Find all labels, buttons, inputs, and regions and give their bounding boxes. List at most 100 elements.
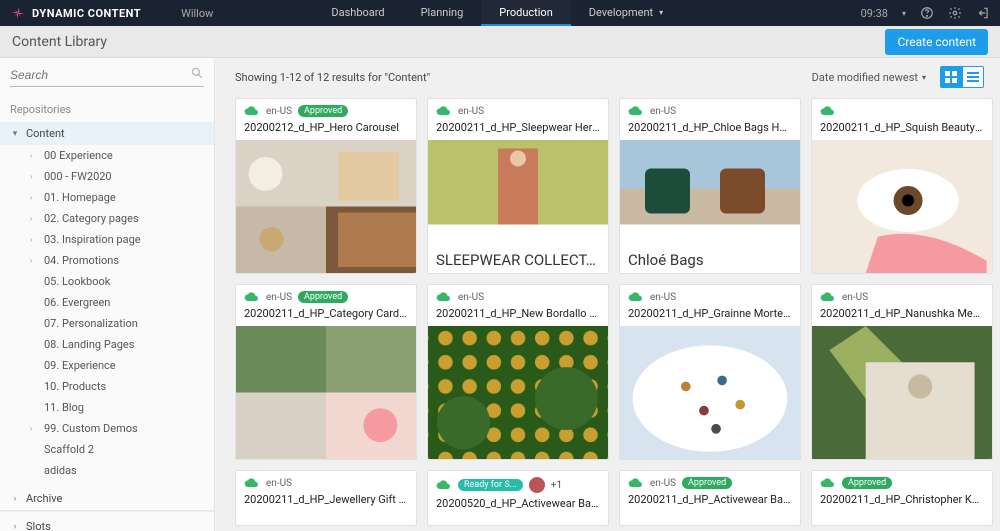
help-icon[interactable] bbox=[920, 6, 934, 20]
create-content-button[interactable]: Create content bbox=[885, 29, 988, 55]
folder-label: 04. Promotions bbox=[44, 254, 119, 267]
sidebar-bottom: ›Slots ›Products ›French Content bbox=[0, 510, 214, 531]
cards-scroll[interactable]: en-USApproved20200212_d_HP_Hero Carousel… bbox=[215, 96, 1000, 531]
results-count: Showing 1-12 of 12 results for "Content" bbox=[235, 71, 430, 84]
logout-icon[interactable] bbox=[976, 6, 990, 20]
folder-label: 08. Landing Pages bbox=[44, 338, 134, 351]
content-card[interactable]: en-US20200211_d_HP_Jewellery Gift Buye..… bbox=[235, 470, 417, 526]
card-title: 20200211_d_HP_New Bordallo Pinhe... bbox=[428, 305, 608, 326]
folder-label: 06. Evergreen bbox=[44, 296, 110, 309]
subheader: Content Library Create content bbox=[0, 26, 1000, 58]
content-card[interactable]: Approved20200211_d_HP_Christopher Kane .… bbox=[811, 470, 993, 526]
status-badge: Ready for S... bbox=[458, 479, 523, 491]
folder-item[interactable]: ›11. Blog bbox=[20, 397, 214, 418]
folder-label: adidas bbox=[44, 464, 77, 477]
content-card[interactable]: en-US20200211_d_HP_Nanushka Mens Ca... bbox=[811, 284, 993, 460]
cloud-icon bbox=[244, 291, 260, 303]
content-card[interactable]: en-USApproved20200212_d_HP_Hero Carousel bbox=[235, 98, 417, 274]
content-card[interactable]: en-USApproved20200211_d_HP_Activewear Ba… bbox=[619, 470, 801, 526]
locale-badge: en-US bbox=[842, 292, 868, 303]
content-card[interactable]: en-USApproved20200211_d_HP_Category Card… bbox=[235, 284, 417, 460]
grid-view-button[interactable] bbox=[940, 66, 962, 88]
cloud-icon bbox=[628, 105, 644, 117]
chevron-right-icon: › bbox=[30, 151, 38, 160]
repo-content[interactable]: ▾ Content bbox=[0, 122, 214, 145]
hub-name[interactable]: Willow bbox=[181, 7, 213, 20]
repo-slots[interactable]: ›Slots bbox=[0, 511, 214, 531]
folder-item[interactable]: ›Scaffold 2 bbox=[20, 439, 214, 460]
list-view-button[interactable] bbox=[962, 66, 984, 88]
gear-icon[interactable] bbox=[948, 6, 962, 20]
topbar: DYNAMIC CONTENT Willow Dashboard Plannin… bbox=[0, 0, 1000, 26]
content-card[interactable]: Ready for S...+120200520_d_HP_Activewear… bbox=[427, 470, 609, 526]
folder-label: 11. Blog bbox=[44, 401, 84, 414]
repo-archive[interactable]: › Archive bbox=[0, 487, 214, 510]
chevron-right-icon: › bbox=[30, 193, 38, 202]
card-thumbnail bbox=[236, 140, 416, 273]
folder-item[interactable]: ›08. Landing Pages bbox=[20, 334, 214, 355]
card-thumbnail bbox=[812, 326, 992, 459]
card-caption: SLEEPWEAR COLLECT… bbox=[428, 247, 608, 273]
folder-item[interactable]: ›10. Products bbox=[20, 376, 214, 397]
tab-dashboard[interactable]: Dashboard bbox=[313, 0, 402, 26]
card-title: 20200211_d_HP_Category Card List bbox=[236, 305, 416, 326]
card-title: 20200212_d_HP_Hero Carousel bbox=[236, 119, 416, 140]
folder-label: 02. Category pages bbox=[44, 212, 139, 225]
search-input[interactable] bbox=[10, 64, 204, 87]
folder-list: ›00 Experience›000 - FW2020›01. Homepage… bbox=[0, 145, 214, 481]
folder-item[interactable]: ›01. Homepage bbox=[20, 187, 214, 208]
folder-item[interactable]: ›99. Custom Demos bbox=[20, 418, 214, 439]
content-card[interactable]: en-US20200211_d_HP_New Bordallo Pinhe... bbox=[427, 284, 609, 460]
content-card[interactable]: 20200211_d_HP_Squish Beauty Card bbox=[811, 98, 993, 274]
tab-planning[interactable]: Planning bbox=[403, 0, 482, 26]
folder-item[interactable]: ›07. Personalization bbox=[20, 313, 214, 334]
tab-development-label: Development bbox=[589, 6, 653, 19]
tab-development[interactable]: Development ▾ bbox=[571, 0, 681, 26]
card-meta: Ready for S...+1 bbox=[428, 471, 608, 495]
card-meta: en-US bbox=[812, 285, 992, 305]
folder-item[interactable]: ›09. Experience bbox=[20, 355, 214, 376]
folder-item[interactable]: ›03. Inspiration page bbox=[20, 229, 214, 250]
locale-badge: en-US bbox=[650, 106, 676, 117]
card-thumbnail bbox=[620, 326, 800, 459]
cloud-icon bbox=[436, 479, 452, 491]
card-meta: en-US bbox=[236, 471, 416, 491]
content-card[interactable]: en-US20200211_d_HP_Grainne Morten Card bbox=[619, 284, 801, 460]
folder-item[interactable]: ›00 Experience bbox=[20, 145, 214, 166]
chevron-down-icon: ▾ bbox=[922, 73, 926, 82]
folder-item[interactable]: ›000 - FW2020 bbox=[20, 166, 214, 187]
card-thumbnail bbox=[812, 140, 992, 273]
folder-item[interactable]: ›06. Evergreen bbox=[20, 292, 214, 313]
cards-grid: en-USApproved20200212_d_HP_Hero Carousel… bbox=[235, 98, 994, 526]
tab-production[interactable]: Production bbox=[481, 0, 570, 26]
card-title: 20200520_d_HP_Activewear Banner bbox=[428, 495, 608, 516]
chevron-down-icon[interactable]: ▾ bbox=[902, 9, 906, 18]
folder-item[interactable]: ›05. Lookbook bbox=[20, 271, 214, 292]
folder-item[interactable]: ›02. Category pages bbox=[20, 208, 214, 229]
card-title: 20200211_d_HP_Jewellery Gift Buye... bbox=[236, 491, 416, 512]
cloud-icon bbox=[820, 105, 836, 117]
avatar bbox=[529, 477, 545, 493]
chevron-down-icon: ▾ bbox=[659, 8, 663, 17]
repo-content-label: Content bbox=[26, 127, 65, 140]
locale-badge: en-US bbox=[266, 292, 292, 303]
folder-item[interactable]: ›adidas bbox=[20, 460, 214, 481]
card-thumbnail bbox=[620, 140, 800, 247]
content-card[interactable]: en-US20200211_d_HP_Sleepwear Hero Ba...S… bbox=[427, 98, 609, 274]
chevron-right-icon: › bbox=[30, 424, 38, 433]
content-card[interactable]: en-US20200211_d_HP_Chloe Bags Hero B...C… bbox=[619, 98, 801, 274]
card-title: 20200211_d_HP_Activewear Banner bbox=[620, 491, 800, 512]
cloud-icon bbox=[628, 291, 644, 303]
card-meta: en-USApproved bbox=[236, 99, 416, 119]
sort-dropdown[interactable]: Date modified newest ▾ bbox=[812, 71, 926, 84]
chevron-right-icon: › bbox=[30, 235, 38, 244]
folder-item[interactable]: ›04. Promotions bbox=[20, 250, 214, 271]
page-title: Content Library bbox=[12, 34, 107, 50]
folder-label: 05. Lookbook bbox=[44, 275, 110, 288]
chevron-down-icon: ▾ bbox=[10, 129, 20, 139]
card-meta bbox=[812, 99, 992, 119]
card-title: 20200211_d_HP_Christopher Kane ... bbox=[812, 491, 992, 512]
cloud-icon bbox=[436, 291, 452, 303]
chevron-right-icon: › bbox=[10, 494, 20, 504]
sort-label: Date modified newest bbox=[812, 71, 918, 84]
